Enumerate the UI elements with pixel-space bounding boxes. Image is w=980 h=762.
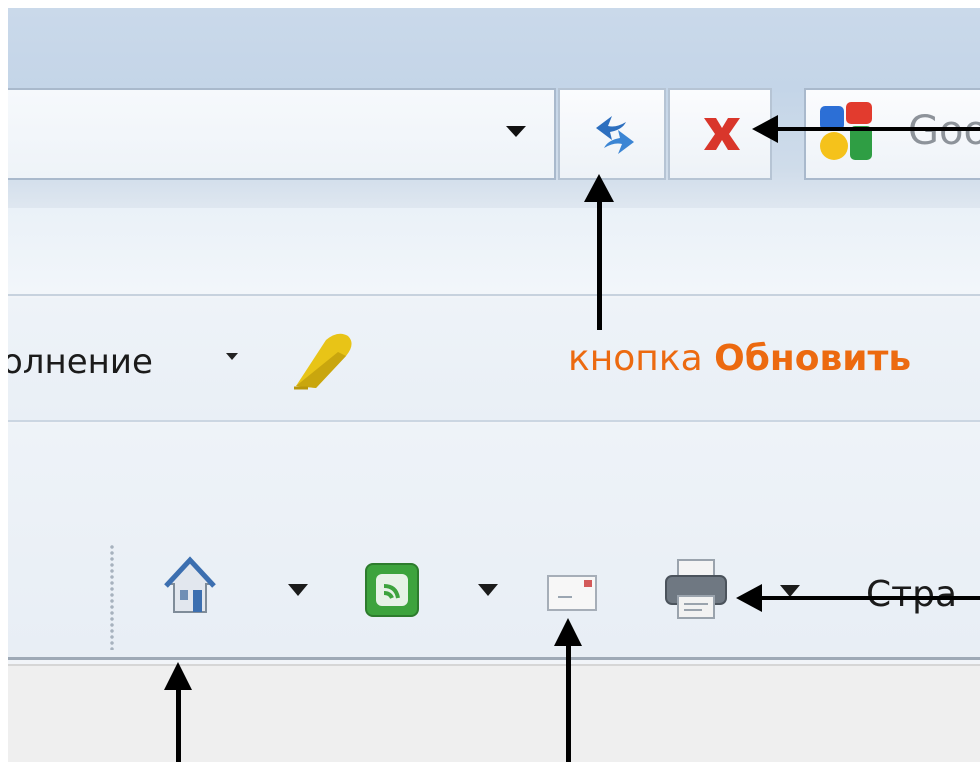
page-menu-button[interactable]: Стра [866, 574, 957, 615]
printer-icon[interactable] [662, 558, 730, 622]
feeds-icon[interactable] [364, 562, 420, 618]
mail-icon[interactable] [546, 574, 598, 614]
suggested-sites-label[interactable]: олнение [8, 342, 153, 382]
feeds-dropdown-button[interactable] [478, 584, 498, 596]
refresh-caption-prefix: кнопка [568, 338, 703, 379]
refresh-icon [596, 116, 634, 154]
address-dropdown-button[interactable] [506, 126, 526, 137]
suggested-sites-dropdown-caret[interactable] [226, 353, 238, 360]
google-logo-icon [820, 102, 872, 160]
address-bar[interactable] [8, 88, 556, 180]
eraser-icon[interactable] [286, 326, 362, 396]
home-icon[interactable] [164, 556, 216, 618]
command-bar [8, 424, 980, 660]
favorites-bar [8, 208, 980, 296]
refresh-caption-bold: Обновить [714, 338, 912, 379]
refresh-caption: кнопка Обновить [568, 338, 911, 379]
search-provider-text: Goo [908, 108, 980, 154]
page-content-area [8, 664, 980, 762]
browser-screenshot: Goo олнение кнопка Обновить Стра [8, 8, 980, 762]
home-dropdown-button[interactable] [288, 584, 308, 596]
refresh-button[interactable] [558, 88, 666, 180]
toolbar-grip[interactable] [109, 544, 115, 650]
